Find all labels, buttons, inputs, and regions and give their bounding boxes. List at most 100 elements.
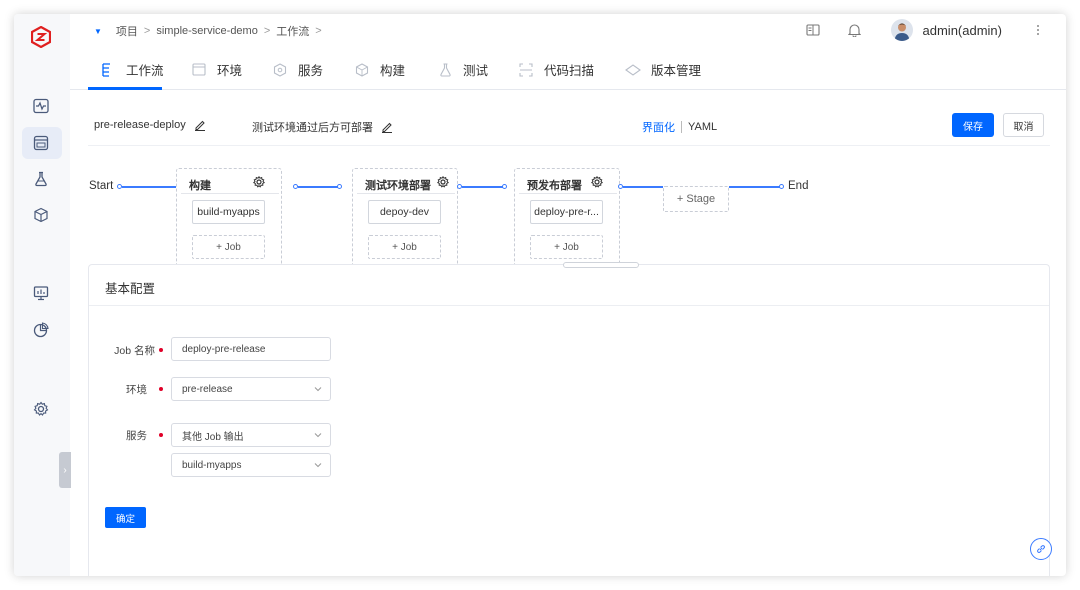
save-button[interactable]: 保存 bbox=[952, 113, 994, 137]
monitor-wave-icon[interactable] bbox=[30, 95, 52, 117]
flow-connector bbox=[462, 186, 505, 188]
stage-divider bbox=[181, 193, 279, 194]
add-job-button[interactable]: + Job bbox=[368, 235, 441, 259]
flow-connector bbox=[623, 186, 663, 188]
top-right-actions: admin(admin) bbox=[781, 19, 1048, 41]
connector-dot bbox=[779, 184, 784, 189]
tab-version[interactable]: 版本管理 bbox=[625, 60, 701, 79]
yaml-mode-toggle[interactable]: YAML bbox=[688, 121, 717, 133]
breadcrumb-separator: > bbox=[263, 25, 271, 37]
edit-pencil-icon[interactable] bbox=[194, 119, 206, 131]
job-name-input[interactable]: deploy-pre-release bbox=[171, 337, 331, 361]
tab-label: 服务 bbox=[298, 64, 324, 78]
required-marker bbox=[159, 387, 163, 391]
breadcrumb: ▼ 项目 > simple-service-demo > 工作流 > bbox=[94, 23, 322, 39]
test-icon bbox=[437, 62, 453, 78]
app-window: › ▼ 项目 > simple-service-demo > 工作流 > adm… bbox=[14, 14, 1066, 576]
stage-title: 预发布部署 bbox=[527, 180, 582, 192]
required-marker bbox=[159, 433, 163, 437]
active-tab-underline bbox=[88, 87, 162, 90]
stage-card: 预发布部署 deploy-pre-r... + Job bbox=[514, 168, 620, 274]
more-vertical-icon[interactable] bbox=[1028, 20, 1048, 40]
stage-title: 测试环境部署 bbox=[365, 180, 431, 192]
environment-label: 环境 bbox=[126, 384, 147, 396]
chevron-down-icon bbox=[314, 463, 322, 468]
cancel-button[interactable]: 取消 bbox=[1003, 113, 1044, 137]
mode-divider bbox=[681, 121, 682, 133]
chevron-down-icon bbox=[314, 387, 322, 392]
job-card[interactable]: deploy-pre-r... bbox=[530, 200, 603, 224]
dashboard-icon[interactable] bbox=[30, 282, 52, 304]
job-card[interactable]: depoy-dev bbox=[368, 200, 441, 224]
add-stage-button[interactable]: + Stage bbox=[663, 186, 729, 212]
job-config-panel: 基本配置 Job 名称 deploy-pre-release 环境 pre-re… bbox=[88, 262, 1050, 576]
stage-settings-gear-icon[interactable] bbox=[437, 176, 449, 188]
stage-settings-gear-icon[interactable] bbox=[591, 176, 603, 188]
connector-dot bbox=[502, 184, 507, 189]
add-job-button[interactable]: + Job bbox=[530, 235, 603, 259]
module-tabs: 工作流 环境 服务 构建 测试 代码扫描 版本管理 bbox=[70, 46, 1066, 90]
pipeline-icon[interactable] bbox=[30, 132, 52, 154]
chevron-down-icon bbox=[314, 433, 322, 438]
pie-chart-icon[interactable] bbox=[30, 319, 52, 341]
config-divider bbox=[89, 305, 1049, 306]
sidebar-collapse-toggle[interactable]: › bbox=[59, 452, 71, 488]
service-source-value: 其他 Job 输出 bbox=[182, 431, 244, 443]
stage-card: 构建 build-myapps + Job bbox=[176, 168, 282, 274]
cube-icon[interactable] bbox=[30, 204, 52, 226]
version-icon bbox=[625, 62, 641, 78]
link-icon bbox=[1037, 545, 1045, 553]
tab-label: 代码扫描 bbox=[544, 64, 595, 78]
breadcrumb-service[interactable]: simple-service-demo bbox=[156, 25, 257, 37]
environment-select[interactable]: pre-release bbox=[171, 377, 331, 401]
tab-service[interactable]: 服务 bbox=[272, 60, 323, 79]
link-action-button[interactable] bbox=[1030, 538, 1052, 560]
confirm-button[interactable]: 确定 bbox=[105, 507, 146, 528]
edit-pencil-icon[interactable] bbox=[381, 121, 393, 133]
add-job-button[interactable]: + Job bbox=[192, 235, 265, 259]
panel-resize-handle[interactable] bbox=[563, 262, 639, 268]
breadcrumb-separator: > bbox=[143, 25, 151, 37]
caret-down-icon[interactable]: ▼ bbox=[94, 27, 102, 36]
environment-value: pre-release bbox=[182, 383, 233, 395]
pipeline-canvas: Start 构建 build-myapps + Job 测试环境部署 depoy… bbox=[88, 164, 1050, 274]
breadcrumb-project[interactable]: 项目 bbox=[116, 23, 138, 39]
stage-title: 构建 bbox=[189, 180, 211, 192]
tab-environment[interactable]: 环境 bbox=[191, 60, 242, 79]
app-logo-icon[interactable] bbox=[31, 26, 51, 48]
flow-connector bbox=[729, 186, 781, 188]
tab-label: 环境 bbox=[217, 64, 243, 78]
job-card[interactable]: build-myapps bbox=[192, 200, 265, 224]
username-label[interactable]: admin(admin) bbox=[923, 23, 1002, 38]
flask-icon[interactable] bbox=[30, 168, 52, 190]
visual-mode-toggle[interactable]: 界面化 bbox=[642, 119, 675, 135]
top-bar: ▼ 项目 > simple-service-demo > 工作流 > admin… bbox=[70, 14, 1066, 46]
service-job-select[interactable]: build-myapps bbox=[171, 453, 331, 477]
flow-connector bbox=[122, 186, 176, 188]
stage-settings-gear-icon[interactable] bbox=[253, 176, 265, 188]
workflow-icon bbox=[100, 62, 116, 78]
job-name-label: Job 名称 bbox=[114, 345, 155, 357]
service-job-value: build-myapps bbox=[182, 459, 242, 471]
left-sidebar: › bbox=[14, 14, 71, 576]
notification-bell-icon[interactable] bbox=[845, 20, 865, 40]
service-source-select[interactable]: 其他 Job 输出 bbox=[171, 423, 331, 447]
environment-icon bbox=[191, 62, 207, 78]
docs-book-icon[interactable] bbox=[803, 20, 823, 40]
workflow-name: pre-release-deploy bbox=[94, 119, 206, 131]
breadcrumb-workflow[interactable]: 工作流 bbox=[276, 23, 309, 39]
tab-code-scan[interactable]: 代码扫描 bbox=[518, 60, 594, 79]
tab-build[interactable]: 构建 bbox=[354, 60, 405, 79]
connector-dot bbox=[337, 184, 342, 189]
service-icon bbox=[272, 62, 288, 78]
stage-divider bbox=[519, 193, 617, 194]
user-avatar[interactable] bbox=[890, 19, 913, 41]
workflow-header: pre-release-deploy 测试环境通过后方可部署 界面化 YAML … bbox=[88, 110, 1050, 146]
tab-test[interactable]: 测试 bbox=[437, 60, 488, 79]
settings-gear-icon[interactable] bbox=[30, 398, 52, 420]
stage-divider bbox=[357, 193, 455, 194]
workflow-description: 测试环境通过后方可部署 bbox=[252, 119, 393, 135]
stage-card: 测试环境部署 depoy-dev + Job bbox=[352, 168, 458, 274]
tab-workflow[interactable]: 工作流 bbox=[100, 60, 164, 79]
tab-label: 测试 bbox=[463, 64, 489, 78]
